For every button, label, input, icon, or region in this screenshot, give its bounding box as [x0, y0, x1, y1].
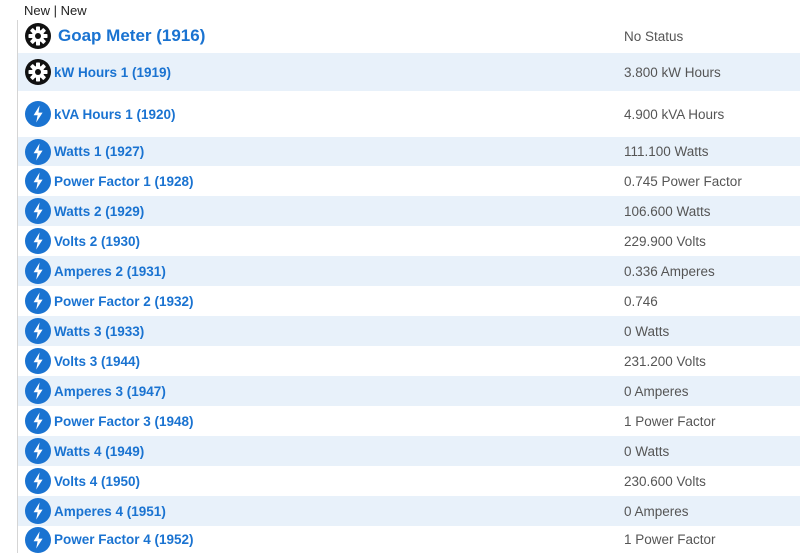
- lightning-icon: [25, 468, 51, 494]
- list-item-value: 1 Power Factor: [624, 413, 716, 429]
- list-item-value: 1 Power Factor: [624, 532, 716, 547]
- list-item-link[interactable]: Watts 3 (1933): [54, 324, 144, 339]
- device-header-row: Goap Meter (1916) No Status: [18, 20, 800, 52]
- list-item-value: 230.600 Volts: [624, 473, 706, 489]
- list-item-link[interactable]: kW Hours 1 (1919): [54, 65, 171, 80]
- list-item-value: 106.600 Watts: [624, 203, 711, 219]
- lightning-icon: [25, 438, 51, 464]
- lightning-icon: [25, 348, 51, 374]
- list-item: Power Factor 1 (1928) 0.745 Power Factor: [18, 166, 800, 196]
- list-item: Watts 4 (1949) 0 Watts: [18, 436, 800, 466]
- list-item-link[interactable]: Amperes 2 (1931): [54, 264, 166, 279]
- lightning-icon: [25, 139, 51, 165]
- list-item-link[interactable]: Watts 1 (1927): [54, 144, 144, 159]
- list-item: Watts 1 (1927) 111.100 Watts: [18, 137, 800, 166]
- list-item: Volts 2 (1930) 229.900 Volts: [18, 226, 800, 256]
- list-item-link[interactable]: Power Factor 2 (1932): [54, 294, 194, 309]
- list-item-value: 0 Watts: [624, 323, 670, 339]
- list-item-value: 0 Amperes: [624, 383, 689, 399]
- list-item: Power Factor 4 (1952) 1 Power Factor: [18, 526, 800, 553]
- list-item-value: 0 Watts: [624, 443, 670, 459]
- device-title-link[interactable]: Goap Meter (1916): [58, 26, 205, 46]
- lightning-icon: [25, 378, 51, 404]
- lightning-icon: [25, 228, 51, 254]
- list-item: Watts 2 (1929) 106.600 Watts: [18, 196, 800, 226]
- lightning-icon: [25, 288, 51, 314]
- list-item-value: 3.800 kW Hours: [624, 64, 721, 80]
- breadcrumb: New | New: [24, 3, 87, 18]
- list-item: Amperes 2 (1931) 0.336 Amperes: [18, 256, 800, 286]
- list-item-value: 229.900 Volts: [624, 233, 706, 249]
- list-item: Volts 3 (1944) 231.200 Volts: [18, 346, 800, 376]
- list-item-link[interactable]: Power Factor 1 (1928): [54, 174, 194, 189]
- list-item-link[interactable]: kVA Hours 1 (1920): [54, 107, 176, 122]
- list-item-value: 111.100 Watts: [624, 144, 709, 159]
- list-item-value: 231.200 Volts: [624, 353, 706, 369]
- list-item-link[interactable]: Watts 4 (1949): [54, 444, 144, 459]
- list-item: Amperes 4 (1951) 0 Amperes: [18, 496, 800, 526]
- lightning-icon: [25, 498, 51, 524]
- list-item: Amperes 3 (1947) 0 Amperes: [18, 376, 800, 406]
- device-status: No Status: [624, 28, 684, 44]
- list-item: Power Factor 3 (1948) 1 Power Factor: [18, 406, 800, 436]
- list-item-link[interactable]: Volts 2 (1930): [54, 234, 140, 249]
- lightning-icon: [25, 198, 51, 224]
- lightning-icon: [25, 527, 51, 553]
- list-item-value: 0 Amperes: [624, 503, 689, 519]
- lightning-icon: [25, 318, 51, 344]
- list-item-link[interactable]: Volts 4 (1950): [54, 474, 140, 489]
- list-item-link[interactable]: Volts 3 (1944): [54, 354, 140, 369]
- list-item: kW Hours 1 (1919) 3.800 kW Hours: [18, 53, 800, 91]
- list-item-link[interactable]: Power Factor 3 (1948): [54, 414, 194, 429]
- list-item: Watts 3 (1933) 0 Watts: [18, 316, 800, 346]
- list-item-value: 4.900 kVA Hours: [624, 106, 725, 122]
- list-item-link[interactable]: Power Factor 4 (1952): [54, 532, 194, 547]
- list-item-link[interactable]: Amperes 4 (1951): [54, 504, 166, 519]
- gear-icon: [25, 59, 51, 85]
- lightning-icon: [25, 258, 51, 284]
- list-item-link[interactable]: Amperes 3 (1947): [54, 384, 166, 399]
- list-item: kVA Hours 1 (1920) 4.900 kVA Hours: [18, 91, 800, 137]
- list-item-value: 0.336 Amperes: [624, 263, 715, 279]
- lightning-icon: [25, 101, 51, 127]
- list-item-link[interactable]: Watts 2 (1929): [54, 204, 144, 219]
- device-page: New | New Goap Meter (1916) No Status kW…: [0, 0, 800, 553]
- lightning-icon: [25, 408, 51, 434]
- list-item: Power Factor 2 (1932) 0.746: [18, 286, 800, 316]
- list-item: Volts 4 (1950) 230.600 Volts: [18, 466, 800, 496]
- list-item-value: 0.746: [624, 293, 658, 309]
- gear-icon: [25, 23, 51, 49]
- list-item-value: 0.745 Power Factor: [624, 173, 742, 189]
- lightning-icon: [25, 168, 51, 194]
